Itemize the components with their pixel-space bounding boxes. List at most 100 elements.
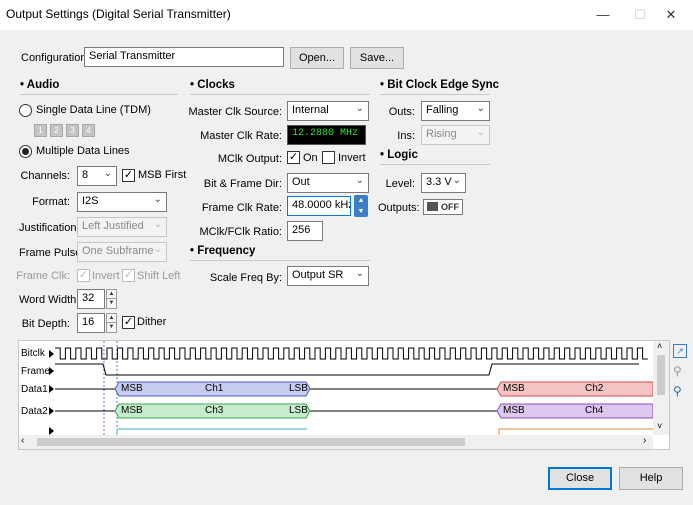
single-data-line-radio[interactable] <box>19 104 32 117</box>
bit-depth-field[interactable]: 16 <box>77 313 105 333</box>
master-clk-source-value: Internal <box>292 104 329 116</box>
down-arrow-icon[interactable]: ▼ <box>107 323 116 332</box>
audio-divider <box>20 94 178 95</box>
up-arrow-icon[interactable]: ▲ <box>107 290 116 299</box>
level-dropdown[interactable]: 3.3 V ⌄ <box>421 173 466 193</box>
ins-dropdown: Rising ⌄ <box>421 125 490 145</box>
outputs-toggle-label: OFF <box>441 202 459 212</box>
close-button[interactable]: Close <box>548 467 612 490</box>
multiple-data-lines-label[interactable]: Multiple Data Lines <box>36 145 130 157</box>
horizontal-scrollbar[interactable]: ‹ › <box>19 435 653 449</box>
vertical-scrollbar[interactable]: ˄ ˅ <box>653 341 669 435</box>
data1-msb2-label: MSB <box>503 383 525 394</box>
frequency-section-title: • Frequency <box>190 245 256 257</box>
clocks-divider <box>190 94 370 95</box>
scroll-up-icon[interactable]: ˄ <box>657 341 662 351</box>
master-clk-source-dropdown[interactable]: Internal ⌄ <box>287 101 369 121</box>
chevron-down-icon: ⌄ <box>153 244 162 255</box>
frame-clk-rate-stepper[interactable]: ▲ ▼ <box>354 195 368 217</box>
data2-lsb-label: LSB <box>289 405 308 416</box>
bit-depth-stepper[interactable]: ▲ ▼ <box>106 313 117 333</box>
justification-value: Left Justified <box>82 220 144 232</box>
toggle-switch-icon <box>427 202 438 211</box>
configuration-field[interactable]: Serial Transmitter <box>84 47 284 67</box>
down-arrow-icon[interactable]: ▼ <box>107 299 116 308</box>
outs-value: Falling <box>426 104 459 116</box>
data2-msb2-label: MSB <box>503 405 525 416</box>
mclk-on-checkbox[interactable]: ✓ <box>287 151 300 164</box>
open-button[interactable]: Open... <box>290 47 344 69</box>
timing-waveforms <box>49 341 653 435</box>
vertical-scroll-thumb[interactable] <box>657 355 665 395</box>
scroll-down-icon[interactable]: ˅ <box>657 421 662 431</box>
frame-pulse-label: Frame Pulse: <box>19 247 85 259</box>
tdm-box-3: 3 <box>66 124 79 137</box>
format-label: Format: <box>32 196 70 208</box>
master-clk-source-label: Master Clk Source: <box>188 106 282 118</box>
multiple-data-lines-radio[interactable] <box>19 145 32 158</box>
signal-label-data2: Data2 <box>21 406 48 417</box>
down-arrow-icon[interactable]: ▼ <box>354 206 368 217</box>
data1-msb-label: MSB <box>121 383 143 394</box>
tdm-box-1: 1 <box>34 124 47 137</box>
dither-checkbox[interactable]: ✓ <box>122 316 135 329</box>
zoom-in-icon[interactable]: ⚲ <box>673 364 682 378</box>
frame-clk-label: Frame Clk: <box>16 270 70 282</box>
outs-dropdown[interactable]: Falling ⌄ <box>421 101 490 121</box>
signal-label-frame: Frame <box>21 366 50 377</box>
msb-first-checkbox[interactable]: ✓ <box>122 169 135 182</box>
scroll-left-icon[interactable]: ‹ <box>21 435 24 446</box>
frame-clk-invert-checkbox: ✓ <box>77 269 90 282</box>
single-data-line-label[interactable]: Single Data Line (TDM) <box>36 104 151 116</box>
outputs-label: Outputs: <box>378 202 420 214</box>
word-width-stepper[interactable]: ▲ ▼ <box>106 289 117 309</box>
frame-pulse-value: One Subframe <box>82 245 154 257</box>
data2-ch4-label: Ch4 <box>585 405 604 416</box>
window-title: Output Settings (Digital Serial Transmit… <box>6 7 231 21</box>
up-arrow-icon[interactable]: ▲ <box>107 314 116 323</box>
chevron-down-icon: ⌄ <box>476 127 485 138</box>
channels-label: Channels: <box>20 170 70 182</box>
bit-frame-dir-dropdown[interactable]: Out ⌄ <box>287 173 369 193</box>
data1-ch2-label: Ch2 <box>585 383 604 394</box>
timing-diagram: Bitclk Frame Data1 Data2 MSB Ch1 LSB MSB… <box>18 340 670 450</box>
tdm-box-2: 2 <box>50 124 63 137</box>
word-width-field[interactable]: 32 <box>77 289 105 309</box>
level-label: Level: <box>385 178 415 190</box>
chevron-down-icon: ⌄ <box>476 103 485 114</box>
scale-freq-value: Output SR <box>292 269 344 281</box>
frame-clk-rate-field[interactable]: 48.0000 kHz <box>287 196 351 216</box>
expand-icon[interactable]: ↗ <box>673 344 687 358</box>
channels-dropdown[interactable]: 8 ⌄ <box>77 166 117 186</box>
help-button[interactable]: Help <box>619 467 683 490</box>
edge-sync-title-text: Bit Clock Edge Sync <box>387 79 500 91</box>
master-clk-rate-label: Master Clk Rate: <box>200 130 282 142</box>
edge-sync-section-title: • Bit Clock Edge Sync <box>380 79 500 91</box>
chevron-down-icon: ⌄ <box>153 194 162 205</box>
word-width-label: Word Width: <box>19 294 80 306</box>
horizontal-scroll-thumb[interactable] <box>37 438 465 446</box>
ratio-field[interactable]: 256 <box>287 221 323 241</box>
zoom-out-icon[interactable]: ⚲ <box>673 384 682 398</box>
audio-section-title: • Audio <box>20 79 60 91</box>
justification-label: Justification: <box>19 222 80 234</box>
shift-left-label: Shift Left <box>137 270 181 282</box>
dither-label: Dither <box>137 316 167 328</box>
save-button[interactable]: Save... <box>350 47 404 69</box>
title-bar: Output Settings (Digital Serial Transmit… <box>0 0 693 30</box>
mclk-invert-checkbox[interactable] <box>322 151 335 164</box>
data2-ch3-label: Ch3 <box>205 405 224 416</box>
scale-freq-dropdown[interactable]: Output SR ⌄ <box>287 266 369 286</box>
format-dropdown[interactable]: I2S ⌄ <box>77 192 167 212</box>
close-window-button[interactable]: ✕ <box>649 0 693 30</box>
scroll-right-icon[interactable]: › <box>643 435 646 446</box>
ins-value: Rising <box>426 128 457 140</box>
signal-label-bitclk: Bitclk <box>21 348 45 359</box>
clocks-section-title: • Clocks <box>190 79 235 91</box>
chevron-down-icon: ⌄ <box>355 268 364 279</box>
logic-section-title: • Logic <box>380 149 418 161</box>
outputs-toggle[interactable]: OFF <box>423 199 463 215</box>
frame-clk-rate-label: Frame Clk Rate: <box>201 202 282 214</box>
up-arrow-icon[interactable]: ▲ <box>354 195 368 206</box>
ratio-label: MClk/FClk Ratio: <box>199 226 282 238</box>
